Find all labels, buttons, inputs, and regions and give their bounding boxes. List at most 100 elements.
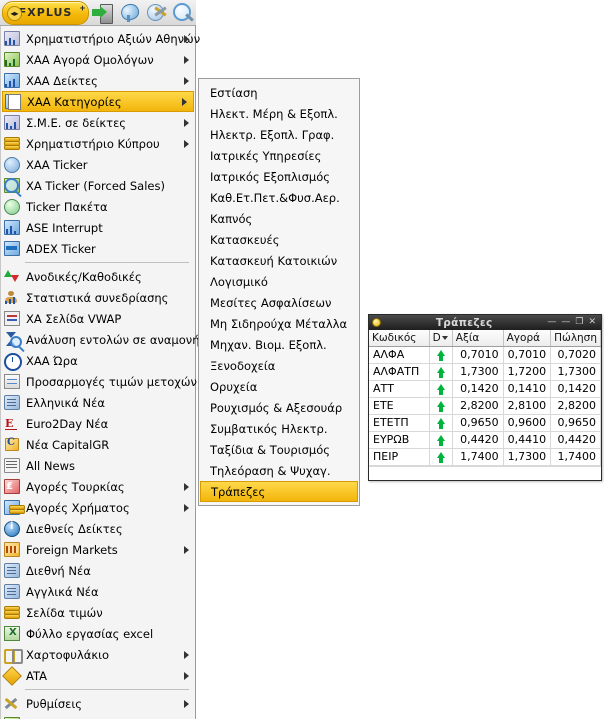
menu-item-31[interactable]: ATA xyxy=(1,665,195,686)
menu-item-11[interactable]: ADEX Ticker xyxy=(1,238,195,259)
quotes-window-titlebar[interactable]: Τράπεζες — — ❐ ✕ xyxy=(369,315,601,330)
menu-item-6[interactable]: Χρηματιστήριο Κύπρου xyxy=(1,133,195,154)
submenu-arrow-icon xyxy=(182,97,187,106)
menu-item-27[interactable]: Αγγλικά Νέα xyxy=(1,581,195,602)
close-icon[interactable]: ✕ xyxy=(588,318,596,327)
column-header-5[interactable]: Πώληση xyxy=(550,330,601,347)
menu-item-19[interactable]: E Euro2Day Νέα xyxy=(1,413,195,434)
menu-item-30[interactable]: Χαρτοφυλάκιο xyxy=(1,644,195,665)
menu-item-5[interactable]: Σ.Μ.Ε. σε δείκτες xyxy=(1,112,195,133)
menu-item-4[interactable]: ΧΑΑ Κατηγορίες xyxy=(2,91,194,112)
menu-item-21[interactable]: All News xyxy=(1,455,195,476)
exit-door-icon[interactable] xyxy=(91,1,116,25)
submenu-item-9[interactable]: Κατασκευή Κατοικιών xyxy=(199,250,359,271)
fxplus-logo[interactable]: ◂▸ FXPLUS + xyxy=(2,0,90,25)
menu-item-3[interactable]: ΧΑΑ Δείκτες xyxy=(1,70,195,91)
menu-item-label: ΧΑΑ Ώρα xyxy=(26,353,78,368)
menu-item-12[interactable]: Ανοδικές/Καθοδικές xyxy=(1,266,195,287)
submenu-arrow-icon xyxy=(184,76,189,85)
maximize-icon[interactable]: ❐ xyxy=(575,318,583,327)
turkey-markets-icon: ₤ xyxy=(3,478,21,495)
menu-item-7[interactable]: ΧΑΑ Ticker xyxy=(1,154,195,175)
table-row[interactable]: ΑΛΦΑΤΠ 1,7300 1,7200 1,7300 xyxy=(369,363,601,381)
table-row[interactable]: ΑΛΦΑ 0,7010 0,7010 0,7020 xyxy=(369,346,601,364)
menu-item-20[interactable]: C Νέα CapitalGR xyxy=(1,434,195,455)
indices-chart-icon xyxy=(3,72,21,89)
menu-item-23[interactable]: Αγορές Χρήματος xyxy=(1,497,195,518)
menu-item-label: Προσαρμογές τιμών μετοχών xyxy=(26,374,197,389)
menu-item-label: Φύλλο εργασίας excel xyxy=(26,626,154,641)
cell-value: 0,9650 xyxy=(452,414,504,432)
menu-item-18[interactable]: Ελληνικά Νέα xyxy=(1,392,195,413)
submenu-item-14[interactable]: Ξενοδοχεία xyxy=(199,355,359,376)
submenu-item-3[interactable]: Ηλεκτρ. Εξοπλ. Γραφ. xyxy=(199,124,359,145)
cell-direction xyxy=(429,363,453,381)
column-header-2[interactable]: D xyxy=(429,330,453,347)
submenu-arrow-icon xyxy=(184,34,189,43)
categories-submenu: Εστίαση Ηλεκτ. Μέρη & Εξοπλ. Ηλεκτρ. Εξοπλ… xyxy=(198,78,360,506)
menu-item-26[interactable]: Διεθνή Νέα xyxy=(1,560,195,581)
submenu-item-label: Κατασκευή Κατοικιών xyxy=(210,253,338,268)
submenu-item-4[interactable]: Ιατρικές Υπηρεσίες xyxy=(199,145,359,166)
submenu-item-11[interactable]: Μεσίτες Ασφαλίσεων xyxy=(199,292,359,313)
up-arrow-icon xyxy=(436,418,445,429)
collapse-icon[interactable]: — xyxy=(561,318,570,327)
ata-diamond-icon xyxy=(2,666,22,686)
window-controls: — — ❐ ✕ xyxy=(547,318,598,327)
submenu-item-18[interactable]: Ταξίδια & Τουρισμός xyxy=(199,439,359,460)
table-row[interactable]: ΠΕΙΡ 1,7400 1,7300 1,7400 xyxy=(369,448,601,466)
menu-item-9[interactable]: Ticker Πακέτα xyxy=(1,196,195,217)
menu-item-15[interactable]: Ανάλυση εντολών σε αναμονή xyxy=(1,329,200,350)
stock-exchange-icon xyxy=(3,30,21,47)
submenu-item-10[interactable]: Λογισμικό xyxy=(199,271,359,292)
magnifier-icon[interactable] xyxy=(171,1,196,25)
submenu-item-20[interactable]: Τράπεζες xyxy=(200,481,358,502)
menu-item-label: ΧΑΑ Κατηγορίες xyxy=(27,94,122,109)
column-header-4[interactable]: Αγορά xyxy=(503,330,552,347)
menu-item-8[interactable]: ΧΑ Ticker (Forced Sales) xyxy=(1,175,195,196)
submenu-item-label: Καθ.Ετ.Πετ.&Φυσ.Αερ. xyxy=(210,190,340,205)
submenu-item-label: Ταξίδια & Τουρισμός xyxy=(210,442,330,457)
table-row[interactable]: ΕΥΡΩΒ 0,4420 0,4410 0,4420 xyxy=(369,431,601,449)
menu-item-2[interactable]: ΧΑΑ Αγορά Ομολόγων xyxy=(1,49,195,70)
submenu-item-7[interactable]: Καπνός xyxy=(199,208,359,229)
submenu-item-1[interactable]: Εστίαση xyxy=(199,82,359,103)
submenu-item-label: Μη Σιδηρούχα Μέταλλα xyxy=(210,316,348,331)
table-row[interactable]: ΑΤΤ 0,1420 0,1410 0,1420 xyxy=(369,380,601,398)
menu-item-29[interactable]: Φύλλο εργασίας excel xyxy=(1,623,195,644)
submenu-item-17[interactable]: Συμβατικός Ηλεκτρ. xyxy=(199,418,359,439)
submenu-item-2[interactable]: Ηλεκτ. Μέρη & Εξοπλ. xyxy=(199,103,359,124)
globe-tools-icon[interactable] xyxy=(145,1,170,25)
menu-item-14[interactable]: ΧΑ Σελίδα VWAP xyxy=(1,308,195,329)
submenu-item-6[interactable]: Καθ.Ετ.Πετ.&Φυσ.Αερ. xyxy=(199,187,359,208)
submenu-item-5[interactable]: Ιατρικός Εξοπλισμός xyxy=(199,166,359,187)
session-statistics-icon xyxy=(3,289,21,306)
menu-item-10[interactable]: ASE Interrupt xyxy=(1,217,195,238)
submenu-arrow-icon xyxy=(184,139,189,148)
menu-item-16[interactable]: ΧΑΑ Ώρα xyxy=(1,350,195,371)
column-header-3[interactable]: Αξία xyxy=(452,330,504,347)
column-header-1[interactable]: Κωδικός xyxy=(369,330,430,347)
menu-item-24[interactable]: Διεθνείς Δείκτες xyxy=(1,518,195,539)
adex-ticker-icon xyxy=(3,240,21,257)
menu-item-28[interactable]: Σελίδα τιμών xyxy=(1,602,195,623)
table-row[interactable]: ΕΤΕΤΠ 0,9650 0,9600 0,9650 xyxy=(369,414,601,432)
brand-plus: + xyxy=(79,2,86,13)
menu-item-22[interactable]: ₤ Αγορές Τουρκίας xyxy=(1,476,195,497)
menu-item-25[interactable]: Foreign Markets xyxy=(1,539,195,560)
menu-item-33[interactable]: Μεταφορά δεδομένων xyxy=(1,714,195,719)
table-row[interactable]: ΕΤΕ 2,8200 2,8100 2,8200 xyxy=(369,397,601,415)
menu-item-1[interactable]: Χρηματιστήριο Αξιών Αθηνών xyxy=(1,28,200,49)
satellite-dish-icon[interactable] xyxy=(118,1,143,25)
submenu-item-15[interactable]: Ορυχεία xyxy=(199,376,359,397)
menu-item-32[interactable]: Ρυθμίσεις xyxy=(1,693,195,714)
futures-icon xyxy=(3,114,21,131)
minimize-icon[interactable]: — xyxy=(547,318,556,327)
menu-item-17[interactable]: Προσαρμογές τιμών μετοχών xyxy=(1,371,197,392)
submenu-item-16[interactable]: Ρουχισμός & Αξεσουάρ xyxy=(199,397,359,418)
submenu-item-12[interactable]: Μη Σιδηρούχα Μέταλλα xyxy=(199,313,359,334)
submenu-item-19[interactable]: Τηλεόραση & Ψυχαγ. xyxy=(199,460,359,481)
submenu-item-8[interactable]: Κατασκευές xyxy=(199,229,359,250)
submenu-item-13[interactable]: Μηχαν. Βιομ. Εξοπλ. xyxy=(199,334,359,355)
menu-item-13[interactable]: Στατιστικά συνεδρίασης xyxy=(1,287,195,308)
